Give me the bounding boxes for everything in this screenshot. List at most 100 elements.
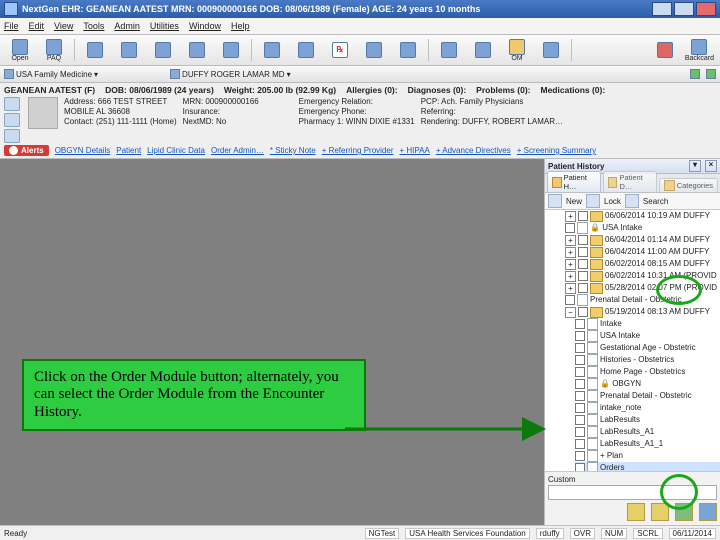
toolbar-button-16[interactable] <box>535 36 567 64</box>
close-button[interactable] <box>696 2 716 16</box>
patient-medications: Medications (0): <box>541 85 606 95</box>
footer-icon-4[interactable] <box>699 503 717 521</box>
panel-pin-button[interactable]: ▾ <box>689 160 701 172</box>
menu-admin[interactable]: Admin <box>114 21 140 31</box>
banner-link-5[interactable]: + Referring Provider <box>322 146 394 155</box>
banner-link-6[interactable]: + HIPAA <box>400 146 430 155</box>
toolbar-button-7[interactable] <box>215 36 247 64</box>
menu-utilities[interactable]: Utilities <box>150 21 179 31</box>
banner-link-3[interactable]: Order Admin… <box>211 146 264 155</box>
bell-icon <box>9 146 18 155</box>
tree-node[interactable]: −05/19/2014 08:13 AM DUFFY <box>565 306 720 318</box>
patient-avatar <box>28 97 58 129</box>
document-canvas: Click on the Order Module button; altern… <box>0 159 544 525</box>
alerts-button[interactable]: Alerts <box>4 145 49 156</box>
tree-node[interactable]: LabResults_A1 <box>575 426 720 438</box>
tree-node[interactable]: 🔒 USA Intake <box>565 222 720 234</box>
context-prev-button[interactable] <box>690 69 700 79</box>
search-button[interactable]: Search <box>643 197 668 206</box>
status-num: NUM <box>601 528 627 539</box>
toolbar-open-button[interactable]: Open <box>4 36 36 64</box>
toolbar-om-button[interactable]: OM <box>501 36 533 64</box>
toolbar-button-12[interactable] <box>392 36 424 64</box>
practice-selector[interactable]: USA Family Medicine▾ <box>4 69 98 79</box>
refresh-icon[interactable] <box>4 129 20 143</box>
toolbar-button-9[interactable] <box>290 36 322 64</box>
toolbar-button-11[interactable] <box>358 36 390 64</box>
custom-label: Custom <box>548 475 576 484</box>
tree-node[interactable]: LabResults_A1_1 <box>575 438 720 450</box>
status-org: USA Health Services Foundation <box>405 528 530 539</box>
tree-node[interactable]: Home Page - Obstetrics <box>575 366 720 378</box>
tree-node[interactable]: Prenatal Detail - Obstetric <box>575 390 720 402</box>
tree-node[interactable]: 🔒 OBGYN <box>575 378 720 390</box>
info-icon[interactable] <box>4 97 20 111</box>
patient-banner: GEANEAN AATEST (F) DOB: 08/06/1989 (24 y… <box>0 83 720 159</box>
toolbar-button-5[interactable] <box>147 36 179 64</box>
tab-patient-history[interactable]: Patient H… <box>547 171 601 192</box>
menu-help[interactable]: Help <box>231 21 250 31</box>
close-icon <box>657 42 673 58</box>
toolbar-close-button[interactable] <box>649 36 681 64</box>
provider-selector[interactable]: DUFFY ROGER LAMAR MD▾ <box>170 69 291 79</box>
menu-window[interactable]: Window <box>189 21 221 31</box>
toolbar-button-8[interactable] <box>256 36 288 64</box>
lock-button[interactable]: Lock <box>604 197 621 206</box>
new-button[interactable]: New <box>566 197 582 206</box>
arrow-left-icon <box>690 69 700 79</box>
minimize-button[interactable] <box>652 2 672 16</box>
tab-categories[interactable]: Categories <box>659 178 718 192</box>
toolbar-backcard-button[interactable]: Backcard <box>683 36 716 64</box>
banner-link-7[interactable]: + Advance Directives <box>436 146 511 155</box>
panel-close-button[interactable]: × <box>705 160 717 172</box>
menu-file[interactable]: File <box>4 21 19 31</box>
menu-tools[interactable]: Tools <box>83 21 104 31</box>
generic-icon <box>400 42 416 58</box>
instruction-text: Click on the Order Module button; altern… <box>34 369 339 420</box>
phone-icon[interactable] <box>4 113 20 127</box>
patient-nextmd: NextMD: No <box>183 117 293 126</box>
tab-patient-demographics[interactable]: Patient D… <box>603 171 657 192</box>
tree-node[interactable]: +06/06/2014 10:19 AM DUFFY <box>565 210 720 222</box>
patient-referring: Referring: <box>421 107 563 116</box>
tree-node[interactable]: +06/04/2014 11:00 AM DUFFY <box>565 246 720 258</box>
context-next-button[interactable] <box>706 69 716 79</box>
maximize-button[interactable] <box>674 2 694 16</box>
generic-icon <box>543 42 559 58</box>
tree-node[interactable]: Histories - Obstetrics <box>575 354 720 366</box>
toolbar-button-6[interactable] <box>181 36 213 64</box>
menu-edit[interactable]: Edit <box>29 21 45 31</box>
banner-link-8[interactable]: + Screening Summary <box>517 146 596 155</box>
rx-icon: ℞ <box>332 42 348 58</box>
patient-er: Emergency Relation: <box>299 97 415 106</box>
banner-link-4[interactable]: * Sticky Note <box>270 146 316 155</box>
toolbar-button-13[interactable] <box>433 36 465 64</box>
toolbar-paq-button[interactable]: PAQ <box>38 36 70 64</box>
toolbar-separator <box>251 39 252 61</box>
patient-pharmacy: Pharmacy 1: WINN DIXIE #1331 <box>299 117 415 126</box>
tree-node[interactable]: +06/02/2014 08:15 AM DUFFY <box>565 258 720 270</box>
toolbar-separator <box>428 39 429 61</box>
toolbar-button-14[interactable] <box>467 36 499 64</box>
toolbar-button-4[interactable] <box>113 36 145 64</box>
banner-link-1[interactable]: Patient <box>116 146 141 155</box>
tree-node[interactable]: +06/04/2014 01:14 AM DUFFY <box>565 234 720 246</box>
toolbar-button-3[interactable] <box>79 36 111 64</box>
tree-node[interactable]: intake_note <box>575 402 720 414</box>
status-ready: Ready <box>4 529 27 538</box>
banner-link-0[interactable]: OBGYN Details <box>55 146 111 155</box>
tree-node[interactable]: Intake <box>575 318 720 330</box>
menu-view[interactable]: View <box>54 21 73 31</box>
arrow-right-icon <box>706 69 716 79</box>
encounter-tree[interactable]: +06/06/2014 10:19 AM DUFFY🔒 USA Intake+0… <box>545 210 720 471</box>
tree-node[interactable]: USA Intake <box>575 330 720 342</box>
tree-node[interactable]: Gestational Age - Obstetric <box>575 342 720 354</box>
tree-node[interactable]: LabResults <box>575 414 720 426</box>
tree-node[interactable]: + Plan <box>575 450 720 462</box>
footer-icon-1[interactable] <box>627 503 645 521</box>
panel-title: Patient History <box>548 162 604 171</box>
generic-icon <box>298 42 314 58</box>
banner-link-2[interactable]: Lipid Clinic Data <box>147 146 205 155</box>
toolbar-button-10[interactable]: ℞ <box>324 36 356 64</box>
tree-node[interactable]: Orders <box>575 462 720 471</box>
